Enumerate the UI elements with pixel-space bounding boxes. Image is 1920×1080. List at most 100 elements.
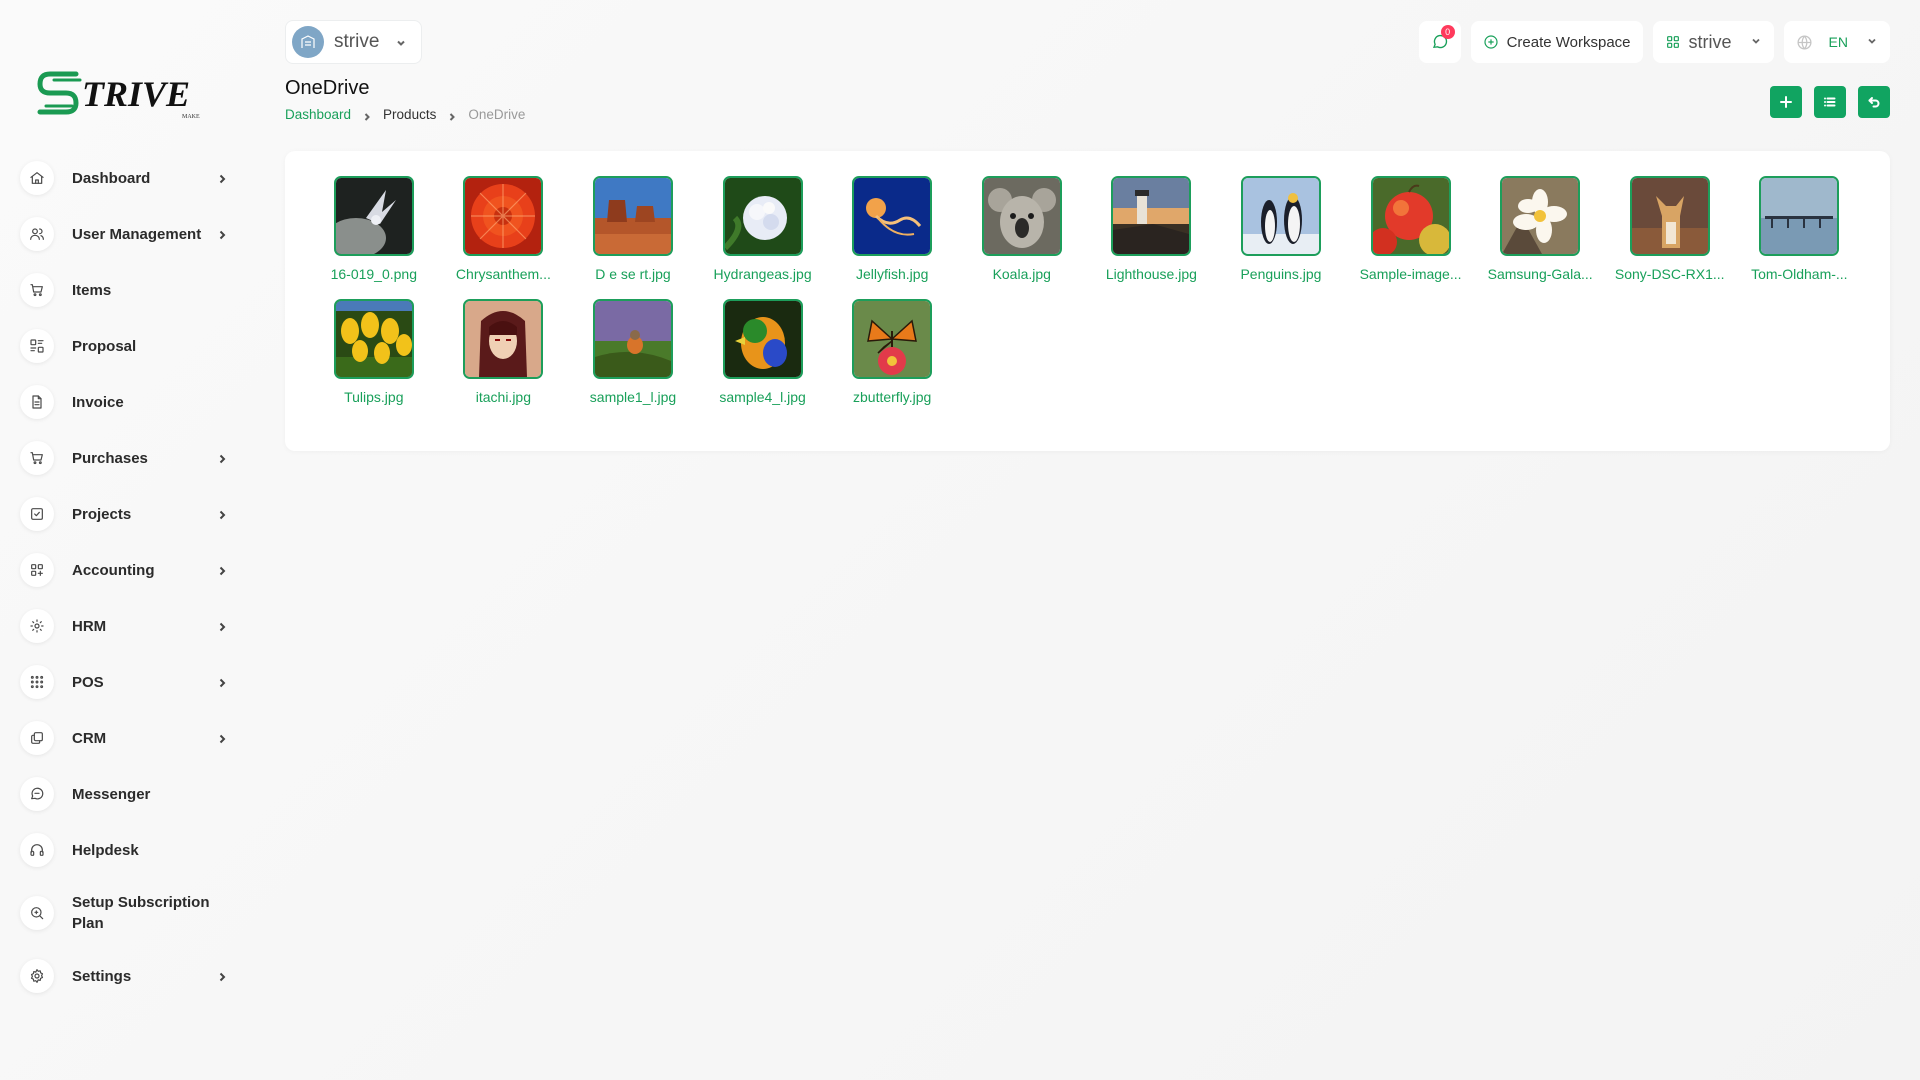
chevron-right-icon xyxy=(216,620,228,632)
gear-icon xyxy=(20,959,54,993)
logo-subtext: MAKE xyxy=(182,114,200,120)
file-item[interactable]: Sony-DSC-RX1... xyxy=(1605,176,1735,283)
file-thumbnail[interactable] xyxy=(852,176,933,256)
dots-grid-icon xyxy=(20,665,54,699)
file-name[interactable]: sample4_l.jpg xyxy=(719,388,805,406)
sidebar-item-label: HRM xyxy=(72,617,107,635)
file-thumbnail[interactable] xyxy=(333,176,414,256)
file-name[interactable]: zbutterfly.jpg xyxy=(853,388,931,406)
top-right-toolbar: 0 Create Workspace strive EN xyxy=(1418,21,1890,63)
file-item[interactable]: Tulips.jpg xyxy=(309,299,439,406)
file-grid: 16-019_0.png Chrysanthem... D e se rt.jpg H… xyxy=(309,176,1864,406)
sidebar-item-label: Messenger xyxy=(72,785,151,803)
add-file-button[interactable] xyxy=(1770,86,1802,118)
sidebar-item-invoice[interactable]: Invoice xyxy=(20,374,236,430)
file-name[interactable]: 16-019_0.png xyxy=(331,265,417,283)
file-name[interactable]: Lighthouse.jpg xyxy=(1106,265,1197,283)
image-thumbnail-flower xyxy=(1502,178,1579,254)
file-name[interactable]: Tom-Oldham-... xyxy=(1751,265,1847,283)
sidebar-item-projects[interactable]: Projects xyxy=(20,486,236,542)
sidebar-item-settings[interactable]: Settings xyxy=(20,948,236,1004)
file-name[interactable]: Samsung-Gala... xyxy=(1488,265,1593,283)
file-name[interactable]: Sample-image... xyxy=(1360,265,1462,283)
sidebar-item-dashboard[interactable]: Dashboard xyxy=(20,150,236,206)
image-thumbnail-tulips xyxy=(335,301,412,377)
sidebar-item-proposal[interactable]: Proposal xyxy=(20,318,236,374)
back-button[interactable] xyxy=(1858,86,1890,118)
file-thumbnail[interactable] xyxy=(722,299,803,379)
file-item[interactable]: Tom-Oldham-... xyxy=(1735,176,1865,283)
file-thumbnail[interactable] xyxy=(463,176,544,256)
page-actions xyxy=(1770,86,1890,118)
sidebar-item-hrm[interactable]: HRM xyxy=(20,598,236,654)
file-thumbnail[interactable] xyxy=(852,299,933,379)
file-name[interactable]: Koala.jpg xyxy=(993,265,1051,283)
file-item[interactable]: Sample-image... xyxy=(1346,176,1476,283)
breadcrumb-products[interactable]: Products xyxy=(383,107,436,122)
sidebar-item-crm[interactable]: CRM xyxy=(20,710,236,766)
chevron-down-icon xyxy=(1866,34,1878,51)
file-name[interactable]: Jellyfish.jpg xyxy=(856,265,928,283)
file-item[interactable]: sample4_l.jpg xyxy=(698,299,828,406)
file-item[interactable]: Chrysanthem... xyxy=(439,176,569,283)
file-thumbnail[interactable] xyxy=(1500,176,1581,256)
apps-grid-icon xyxy=(1666,36,1679,48)
chevron-down-icon xyxy=(1750,34,1762,51)
file-thumbnail[interactable] xyxy=(1240,176,1321,256)
file-thumbnail[interactable] xyxy=(981,176,1062,256)
messages-button[interactable]: 0 xyxy=(1418,21,1461,63)
file-name[interactable]: Chrysanthem... xyxy=(456,265,551,283)
sidebar-item-items[interactable]: Items xyxy=(20,262,236,318)
create-workspace-button[interactable]: Create Workspace xyxy=(1470,21,1643,63)
list-view-button[interactable] xyxy=(1814,86,1846,118)
file-item[interactable]: sample1_l.jpg xyxy=(568,299,698,406)
file-name[interactable]: D e se rt.jpg xyxy=(595,265,670,283)
file-name[interactable]: Tulips.jpg xyxy=(344,388,403,406)
file-item[interactable]: 16-019_0.png xyxy=(309,176,439,283)
page-title: OneDrive xyxy=(285,77,370,99)
file-item[interactable]: itachi.jpg xyxy=(439,299,569,406)
file-name[interactable]: Penguins.jpg xyxy=(1240,265,1321,283)
breadcrumb-dashboard[interactable]: Dashboard xyxy=(285,107,351,122)
sidebar-item-purchases[interactable]: Purchases xyxy=(20,430,236,486)
file-item[interactable]: D e se rt.jpg xyxy=(568,176,698,283)
file-name[interactable]: Sony-DSC-RX1... xyxy=(1615,265,1725,283)
sidebar-item-helpdesk[interactable]: Helpdesk xyxy=(20,822,236,878)
file-icon xyxy=(20,385,54,419)
file-thumbnail[interactable] xyxy=(463,299,544,379)
file-thumbnail[interactable] xyxy=(333,299,414,379)
strive-logo[interactable]: TRIVE MAKE xyxy=(36,66,214,122)
file-name[interactable]: itachi.jpg xyxy=(476,388,531,406)
file-name[interactable]: Hydrangeas.jpg xyxy=(714,265,812,283)
file-thumbnail[interactable] xyxy=(592,299,673,379)
breadcrumb-current: OneDrive xyxy=(468,107,526,122)
language-select[interactable]: EN xyxy=(1783,21,1890,63)
file-thumbnail[interactable] xyxy=(1629,176,1710,256)
chevron-right-icon xyxy=(216,970,228,982)
file-thumbnail[interactable] xyxy=(1370,176,1451,256)
file-item[interactable]: Penguins.jpg xyxy=(1216,176,1346,283)
chevron-right-icon xyxy=(362,110,372,121)
file-item[interactable]: Koala.jpg xyxy=(957,176,1087,283)
file-item[interactable]: Hydrangeas.jpg xyxy=(698,176,828,283)
file-item[interactable]: zbutterfly.jpg xyxy=(827,299,957,406)
sidebar-item-accounting[interactable]: Accounting xyxy=(20,542,236,598)
sidebar-item-label: CRM xyxy=(72,729,107,747)
file-item[interactable]: Lighthouse.jpg xyxy=(1087,176,1217,283)
workspace-name: strive xyxy=(334,31,380,52)
file-name[interactable]: sample1_l.jpg xyxy=(590,388,676,406)
workspace-switcher-button[interactable]: strive xyxy=(1652,21,1774,63)
sidebar-item-messenger[interactable]: Messenger xyxy=(20,766,236,822)
sidebar-item-label: Proposal xyxy=(72,337,137,355)
file-thumbnail[interactable] xyxy=(592,176,673,256)
workspace-select[interactable]: strive xyxy=(285,20,422,64)
file-thumbnail[interactable] xyxy=(1759,176,1840,256)
file-thumbnail[interactable] xyxy=(722,176,803,256)
sidebar-item-label: Invoice xyxy=(72,393,124,411)
file-item[interactable]: Jellyfish.jpg xyxy=(827,176,957,283)
sidebar-item-setup-subscription-plan[interactable]: Setup Subscription Plan xyxy=(20,878,236,948)
file-item[interactable]: Samsung-Gala... xyxy=(1475,176,1605,283)
sidebar-item-pos[interactable]: POS xyxy=(20,654,236,710)
file-thumbnail[interactable] xyxy=(1111,176,1192,256)
sidebar-item-user-management[interactable]: User Management xyxy=(20,206,236,262)
